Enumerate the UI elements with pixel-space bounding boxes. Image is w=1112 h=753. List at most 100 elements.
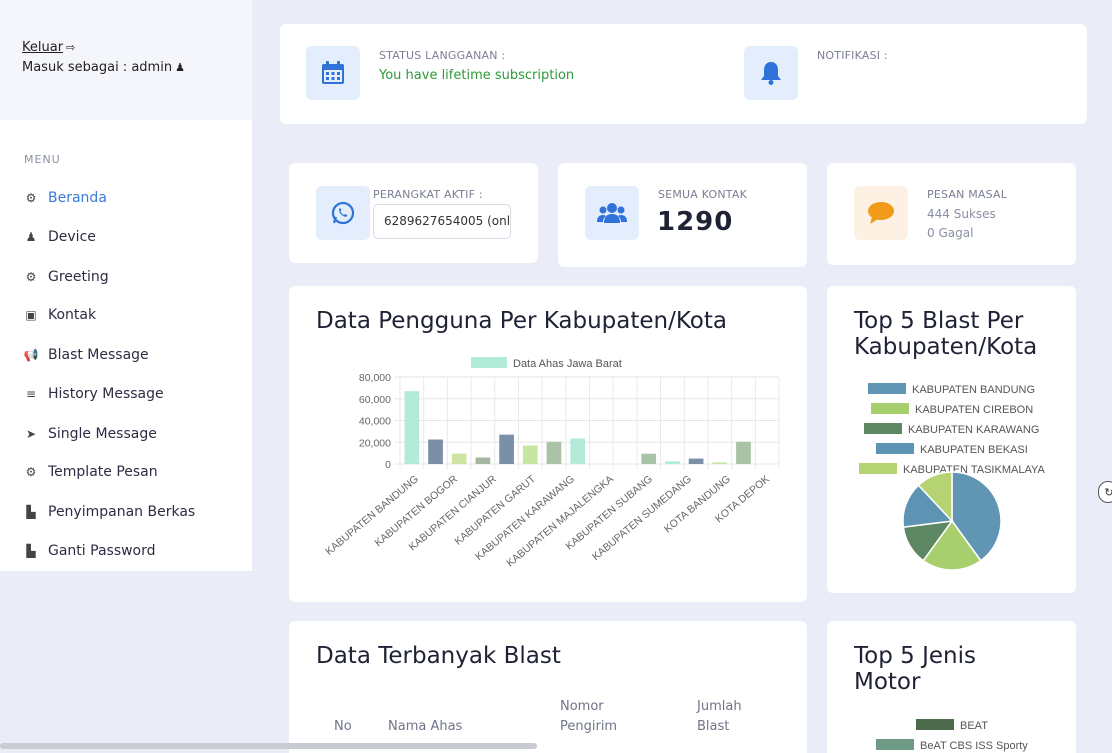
bar[interactable] xyxy=(451,453,467,464)
sidebar-item-ganti-password[interactable]: ▙ Ganti Password xyxy=(0,536,252,566)
legend-label[interactable]: KABUPATEN KARAWANG xyxy=(908,424,1039,436)
bar[interactable] xyxy=(688,458,704,464)
logged-in-user: Masuk sebagai : admin ♟ xyxy=(22,60,185,75)
legend-label[interactable]: Data Ahas Jawa Barat xyxy=(513,358,622,370)
sidebar-item-label: Device xyxy=(48,229,96,245)
col-no: No xyxy=(334,719,352,734)
blast-table-title: Data Terbanyak Blast xyxy=(316,643,561,669)
sidebar-item-label: Blast Message xyxy=(48,347,149,363)
sidebar-item-label: Penyimpanan Berkas xyxy=(48,504,196,520)
y-tick-label: 40,000 xyxy=(359,416,391,428)
col-sender: Nomor Pengirim xyxy=(560,699,618,734)
whatsapp-icon xyxy=(316,186,370,240)
broadcast-label: PESAN MASAL xyxy=(927,188,1008,201)
legend-label[interactable]: KABUPATEN CIREBON xyxy=(915,404,1033,416)
contacts-card: SEMUA KONTAK 1290 xyxy=(558,163,807,267)
paper-plane-icon: ➤ xyxy=(25,427,37,441)
active-device-label: PERANGKAT AKTIF : xyxy=(373,188,483,201)
sidebar-item-device[interactable]: ♟ Device xyxy=(0,222,252,252)
file-icon: ▙ xyxy=(26,505,36,519)
bar[interactable] xyxy=(404,391,420,464)
status-card: STATUS LANGGANAN : You have lifetime sub… xyxy=(280,24,1087,124)
sidebar-item-blast-message[interactable]: 📢 Blast Message xyxy=(0,340,252,370)
top-motor-legend: BEAT BeAT CBS ISS Sporty xyxy=(876,719,1028,752)
legend-swatch[interactable] xyxy=(876,739,914,750)
sidebar-item-label: Ganti Password xyxy=(48,543,156,559)
sidebar-menu: MENU ⚙ Beranda ♟ Device ⚙ Greeting ▣ Kontak 📢 Bla… xyxy=(0,120,252,571)
users-per-region-chart-card: Data Pengguna Per Kabupaten/Kota Data Ah… xyxy=(289,286,807,602)
legend-label[interactable]: BeAT CBS ISS Sporty xyxy=(920,740,1028,752)
bar[interactable] xyxy=(641,453,657,464)
legend-label[interactable]: KABUPATEN TASIKMALAYA xyxy=(903,464,1045,476)
y-tick-label: 80,000 xyxy=(359,372,391,384)
users-icon xyxy=(585,186,639,240)
logout-link[interactable]: Keluar ⇨ xyxy=(22,40,75,55)
bar[interactable] xyxy=(522,445,538,464)
bar[interactable] xyxy=(499,434,514,464)
sidebar-item-beranda[interactable]: ⚙ Beranda xyxy=(0,183,252,213)
bar[interactable] xyxy=(736,441,751,464)
broadcast-card: PESAN MASAL 444 Sukses 0 Gagal xyxy=(827,163,1076,265)
refresh-icon[interactable]: ↻ xyxy=(1098,481,1112,503)
sidebar-item-label: Greeting xyxy=(48,269,109,285)
legend-label[interactable]: KABUPATEN BANDUNG xyxy=(912,384,1035,396)
bar[interactable] xyxy=(546,441,562,464)
legend-swatch[interactable] xyxy=(859,463,897,474)
top-blast-table-card: Data Terbanyak Blast No Nama Ahas Nomor P… xyxy=(289,621,807,753)
file-icon: ▙ xyxy=(26,544,36,558)
menu-header: MENU xyxy=(24,153,61,166)
calendar-icon xyxy=(306,46,360,100)
comment-icon xyxy=(854,186,908,240)
sidebar-item-template-pesan[interactable]: ⚙ Template Pesan xyxy=(0,457,252,487)
dashboard-icon: ⚙ xyxy=(25,465,37,479)
sidebar-item-label: History Message xyxy=(48,386,164,402)
broadcast-success: 444 Sukses xyxy=(927,207,996,221)
top-blast-pie-chart: KABUPATEN BANDUNG KABUPATEN CIREBON KABUPA… xyxy=(859,383,1045,571)
active-device-card: PERANGKAT AKTIF : 6289627654005 (online) xyxy=(289,163,538,263)
sidebar-item-single-message[interactable]: ➤ Single Message xyxy=(0,419,252,449)
sidebar-item-label: Beranda xyxy=(48,190,107,206)
legend-label[interactable]: BEAT xyxy=(960,720,988,732)
device-select[interactable]: 6289627654005 (online) xyxy=(373,204,511,239)
list-icon: ≡ xyxy=(25,387,37,401)
legend-swatch[interactable] xyxy=(871,403,909,414)
bar[interactable] xyxy=(428,439,443,464)
sidebar-item-greeting[interactable]: ⚙ Greeting xyxy=(0,262,252,292)
address-book-icon: ▣ xyxy=(25,308,37,322)
legend-swatch[interactable] xyxy=(868,383,906,394)
contacts-label: SEMUA KONTAK xyxy=(658,188,747,201)
bar[interactable] xyxy=(712,462,728,464)
bar[interactable] xyxy=(570,438,585,464)
dashboard-icon: ⚙ xyxy=(25,270,37,284)
sidebar-item-kontak[interactable]: ▣ Kontak xyxy=(0,300,252,330)
user-icon: ♟ xyxy=(25,230,37,244)
y-tick-label: 20,000 xyxy=(359,437,391,449)
horizontal-scrollbar[interactable] xyxy=(0,743,537,749)
y-tick-label: 0 xyxy=(385,459,391,471)
legend-swatch[interactable] xyxy=(916,719,954,730)
top-blast-card: Top 5 Blast Per Kabupaten/Kota KABUPATEN … xyxy=(827,286,1076,593)
sidebar-item-label: Kontak xyxy=(48,307,97,323)
sidebar-item-history-message[interactable]: ≡ History Message xyxy=(0,379,252,409)
bar[interactable] xyxy=(665,461,680,464)
sign-out-icon: ⇨ xyxy=(66,41,76,54)
sidebar-header: Keluar ⇨ Masuk sebagai : admin ♟ xyxy=(0,0,252,120)
user-icon: ♟ xyxy=(175,61,185,74)
x-tick-label: KOTA BANDUNG xyxy=(662,473,733,535)
bullhorn-icon: 📢 xyxy=(23,348,39,362)
top-motor-card: Top 5 Jenis Motor BEAT BeAT CBS ISS Sporty xyxy=(827,621,1076,753)
col-count: Jumlah Blast xyxy=(697,699,742,734)
subscription-value: You have lifetime subscription xyxy=(379,68,575,83)
legend-swatch[interactable] xyxy=(471,357,507,368)
legend-swatch[interactable] xyxy=(876,443,914,454)
dashboard-icon: ⚙ xyxy=(25,191,37,205)
legend-label[interactable]: KABUPATEN BEKASI xyxy=(920,444,1028,456)
legend-swatch[interactable] xyxy=(864,423,902,434)
bell-icon[interactable] xyxy=(744,46,798,100)
sidebar-item-penyimpanan-berkas[interactable]: ▙ Penyimpanan Berkas xyxy=(0,497,252,527)
y-tick-label: 60,000 xyxy=(359,394,391,406)
bar[interactable] xyxy=(475,457,491,464)
broadcast-failed: 0 Gagal xyxy=(927,226,974,240)
contacts-count: 1290 xyxy=(657,207,734,237)
users-bar-chart: Data Ahas Jawa Barat 80,000 60,000 40,000 20… xyxy=(323,357,780,569)
